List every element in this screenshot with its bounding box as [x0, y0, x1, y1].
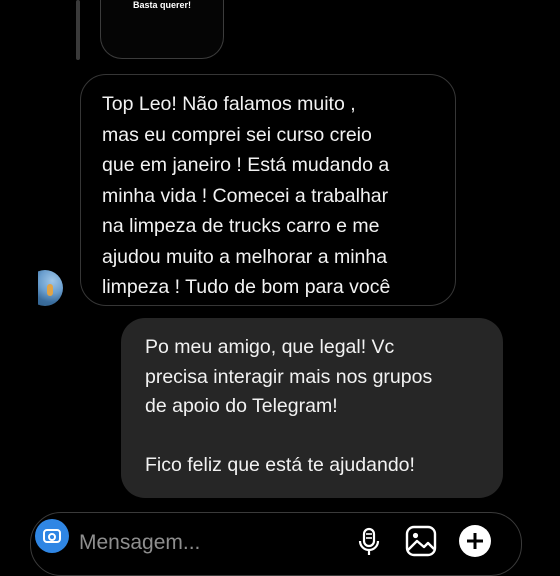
incoming-message-line: mas eu comprei sei curso creio: [102, 123, 372, 146]
outgoing-message-line: precisa interagir mais nos grupos: [145, 365, 433, 388]
message-composer: [30, 512, 522, 576]
add-button[interactable]: [457, 523, 493, 559]
plus-icon: [459, 525, 491, 557]
microphone-button[interactable]: [351, 523, 387, 559]
outgoing-message-blank-line: [145, 422, 485, 452]
incoming-message-line: na limpeza de trucks carro e me: [102, 215, 380, 237]
outgoing-message-line: Po meu amigo, que legal! Vc: [145, 336, 395, 358]
outgoing-message-line: de apoio do Telegram!: [145, 395, 338, 417]
reply-indicator-bar: [76, 0, 80, 60]
incoming-message-line: minha vida ! Comecei a trabalhar: [102, 184, 389, 207]
incoming-message-line: limpeza ! Tudo de bom para você: [102, 276, 391, 298]
avatar[interactable]: [38, 270, 63, 306]
camera-button[interactable]: [35, 519, 69, 553]
avatar-image: [38, 270, 63, 306]
outgoing-message-line: Fico feliz que está te ajudando!: [145, 454, 415, 476]
story-reply-preview[interactable]: Basta querer!: [100, 0, 224, 59]
outgoing-message-bubble[interactable]: Po meu amigo, que legal! Vc precisa inte…: [121, 318, 503, 498]
microphone-icon: [358, 527, 380, 555]
incoming-message-bubble[interactable]: Top Leo! Não falamos muito , mas eu comp…: [80, 74, 456, 306]
incoming-message-line: Top Leo! Não falamos muito ,: [102, 93, 356, 115]
incoming-message-line: que em janeiro ! Está mudando a: [102, 154, 390, 176]
incoming-message-line: ajudou muito a melhorar a minha: [102, 245, 388, 268]
gallery-button[interactable]: [403, 523, 439, 559]
gallery-icon: [405, 525, 437, 557]
message-input[interactable]: [79, 529, 339, 557]
story-caption: Basta querer!: [132, 0, 192, 10]
avatar-figure: [47, 284, 53, 296]
